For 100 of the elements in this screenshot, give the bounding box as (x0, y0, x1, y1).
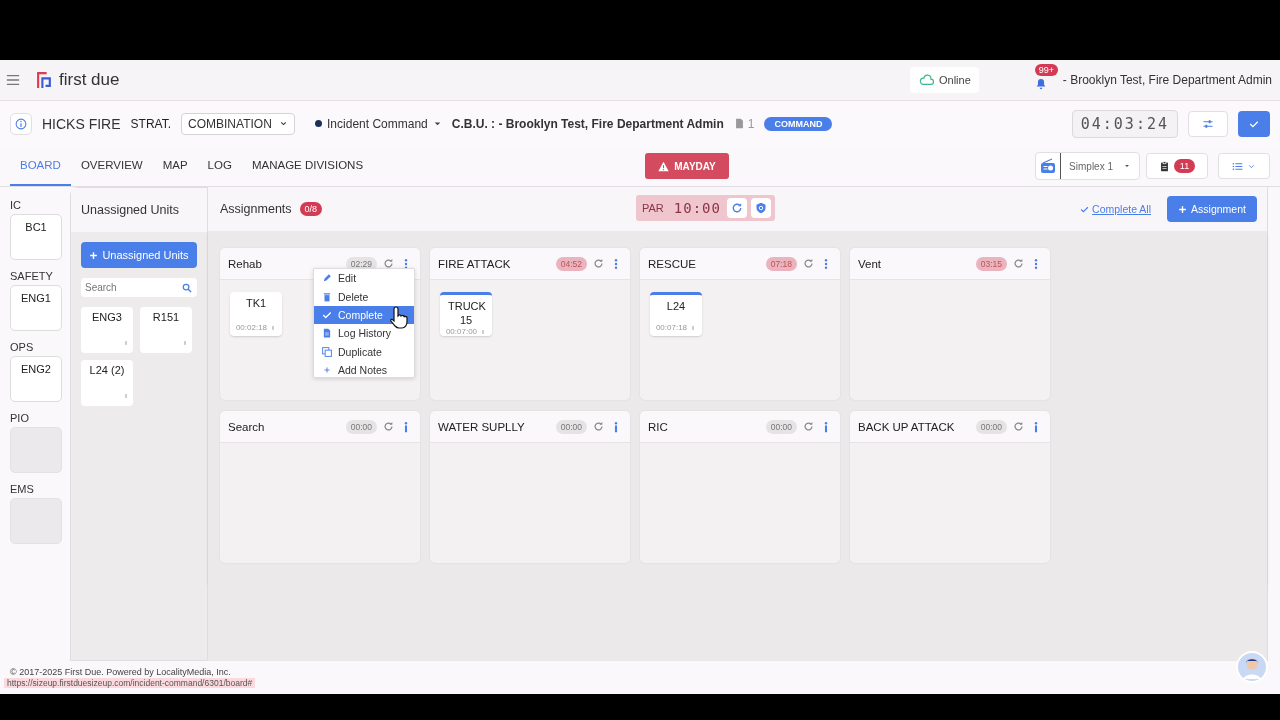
logo-text: first due (59, 70, 120, 90)
assignment-title: FIRE ATTACK (438, 257, 512, 270)
empty-role-slot[interactable] (10, 498, 62, 544)
tasks-button[interactable]: 11 (1146, 153, 1208, 179)
tab[interactable]: MAP (152, 146, 198, 186)
unit-name: ENG3 (92, 311, 122, 323)
unit-timer: 00:07:18 (655, 323, 688, 332)
par-timer: 10:00 (673, 200, 721, 216)
role-label: OPS (10, 341, 35, 353)
assignment-title: Search (228, 420, 266, 433)
tab[interactable]: OVERVIEW (70, 146, 153, 186)
status-url: https://sizeup.firstduesizeup.com/incident-command/6301/board# (4, 678, 256, 688)
incident-clock: 04:03:24 (1071, 109, 1178, 138)
search-icon (182, 282, 192, 293)
user-name[interactable]: - Brooklyn Test, Fire Department Admin (1062, 73, 1272, 87)
logo-icon (36, 71, 53, 89)
reset-button[interactable] (726, 198, 747, 218)
tab[interactable]: MANAGE DIVISIONS (241, 146, 374, 186)
info-button[interactable] (10, 112, 32, 135)
copyright-text: © 2017-2025 First Due. Powered by LocalityMedia, Inc. (10, 667, 232, 677)
refresh-icon (593, 258, 604, 269)
plus-icon (1178, 204, 1188, 214)
chevron-down-icon (279, 119, 289, 128)
search-field[interactable]: Search (81, 278, 197, 297)
unit-timer: 00:07:00 (445, 327, 478, 336)
role-dropdown[interactable]: Incident Command (327, 116, 428, 131)
menu-item[interactable]: Duplicate (314, 342, 414, 361)
menu-item[interactable]: Delete (314, 287, 414, 306)
document-icon (733, 118, 745, 129)
mayday-button[interactable]: MAYDAY (645, 153, 729, 179)
assignment-timer: 00:00 (765, 419, 797, 434)
shield-button[interactable] (750, 198, 771, 218)
assignment-title: RESCUE (648, 257, 697, 270)
check-icon (1080, 204, 1090, 214)
copy-icon (322, 346, 332, 357)
empty-role-slot[interactable] (10, 427, 62, 473)
assignment-timer: 03:15 (975, 256, 1007, 271)
assignment-timer: 04:52 (555, 256, 587, 271)
plus-icon (89, 250, 99, 260)
assignment-title: WATER SUPLLY (438, 420, 526, 433)
trash-icon (322, 291, 332, 302)
assignment-title: Rehab (228, 257, 263, 270)
role-label: EMS (10, 483, 35, 495)
role-label: PIO (10, 412, 30, 424)
add-unassigned-units-button[interactable]: Unassigned Units (81, 242, 197, 268)
par-label: PAR (642, 202, 664, 214)
unit-timer: 00:02:18 (235, 323, 268, 332)
unit-card[interactable]: TRUCK 15 00:07:00 (440, 292, 492, 336)
refresh-icon (383, 258, 394, 269)
list-icon (1232, 160, 1243, 172)
warning-icon (658, 160, 670, 172)
avatar-icon[interactable] (1236, 651, 1268, 683)
assignment-title: BACK UP ATTACK (858, 420, 956, 433)
menu-item[interactable]: Edit (314, 269, 414, 288)
assignments-count: 0/8 (299, 202, 323, 216)
plus-icon (322, 365, 332, 376)
menu-item[interactable]: Add Notes (314, 360, 414, 377)
refresh-icon (803, 258, 814, 269)
role-unit-card[interactable]: ENG2 (10, 356, 62, 402)
cloud-icon (918, 73, 935, 87)
unit-card[interactable]: L24 00:07:18 (650, 292, 702, 336)
role-label: SAFETY (10, 270, 54, 282)
refresh-icon (1013, 258, 1024, 269)
list-view-button[interactable] (1218, 153, 1270, 179)
tab[interactable]: BOARD (10, 146, 71, 186)
role-label: IC (10, 199, 22, 211)
check-icon (322, 309, 332, 320)
confirm-button[interactable] (1238, 110, 1270, 137)
refresh-icon (1013, 421, 1024, 432)
info-icon (15, 117, 27, 130)
unit-name: TRUCK 15 (448, 299, 484, 327)
caret-icon (432, 119, 442, 128)
tab[interactable]: LOG (197, 146, 242, 186)
unit-card[interactable]: R151 (140, 307, 192, 353)
unit-name: L24 (2) (89, 364, 125, 376)
assignment-title: Vent (858, 257, 883, 270)
cbu-text: C.B.U. : - Brooklyn Test, Fire Department Admin (451, 116, 724, 131)
unit-card[interactable]: TK1 00:02:18 (230, 292, 282, 336)
menu-icon (6, 73, 20, 87)
status-dot-icon (315, 120, 323, 127)
unit-card[interactable]: ENG3 (81, 307, 133, 353)
command-badge: COMMAND (764, 116, 833, 131)
notification-badge: 99+ (1034, 64, 1059, 76)
unit-name: R151 (152, 311, 180, 323)
role-unit-card[interactable]: ENG1 (10, 285, 62, 331)
hand-cursor-icon (390, 305, 410, 329)
unit-card[interactable]: L24 (2) (81, 360, 133, 406)
strategy-select[interactable]: COMBINATION (181, 112, 296, 135)
settings-button[interactable] (1188, 110, 1228, 137)
online-status: Online (910, 67, 979, 93)
unit-name: L24 (665, 299, 687, 313)
complete-all-link[interactable]: Complete All (1080, 203, 1151, 215)
role-unit-card[interactable]: BC1 (10, 214, 62, 260)
refresh-icon (803, 421, 814, 432)
add-assignment-button[interactable]: Assignment (1167, 196, 1257, 222)
assignment-timer: 00:00 (345, 419, 377, 434)
strategy-label: STRAT. (130, 116, 172, 131)
pencil-icon (322, 273, 332, 284)
sliders-icon (1202, 117, 1214, 130)
panel-title: Unassigned Units (81, 203, 179, 217)
